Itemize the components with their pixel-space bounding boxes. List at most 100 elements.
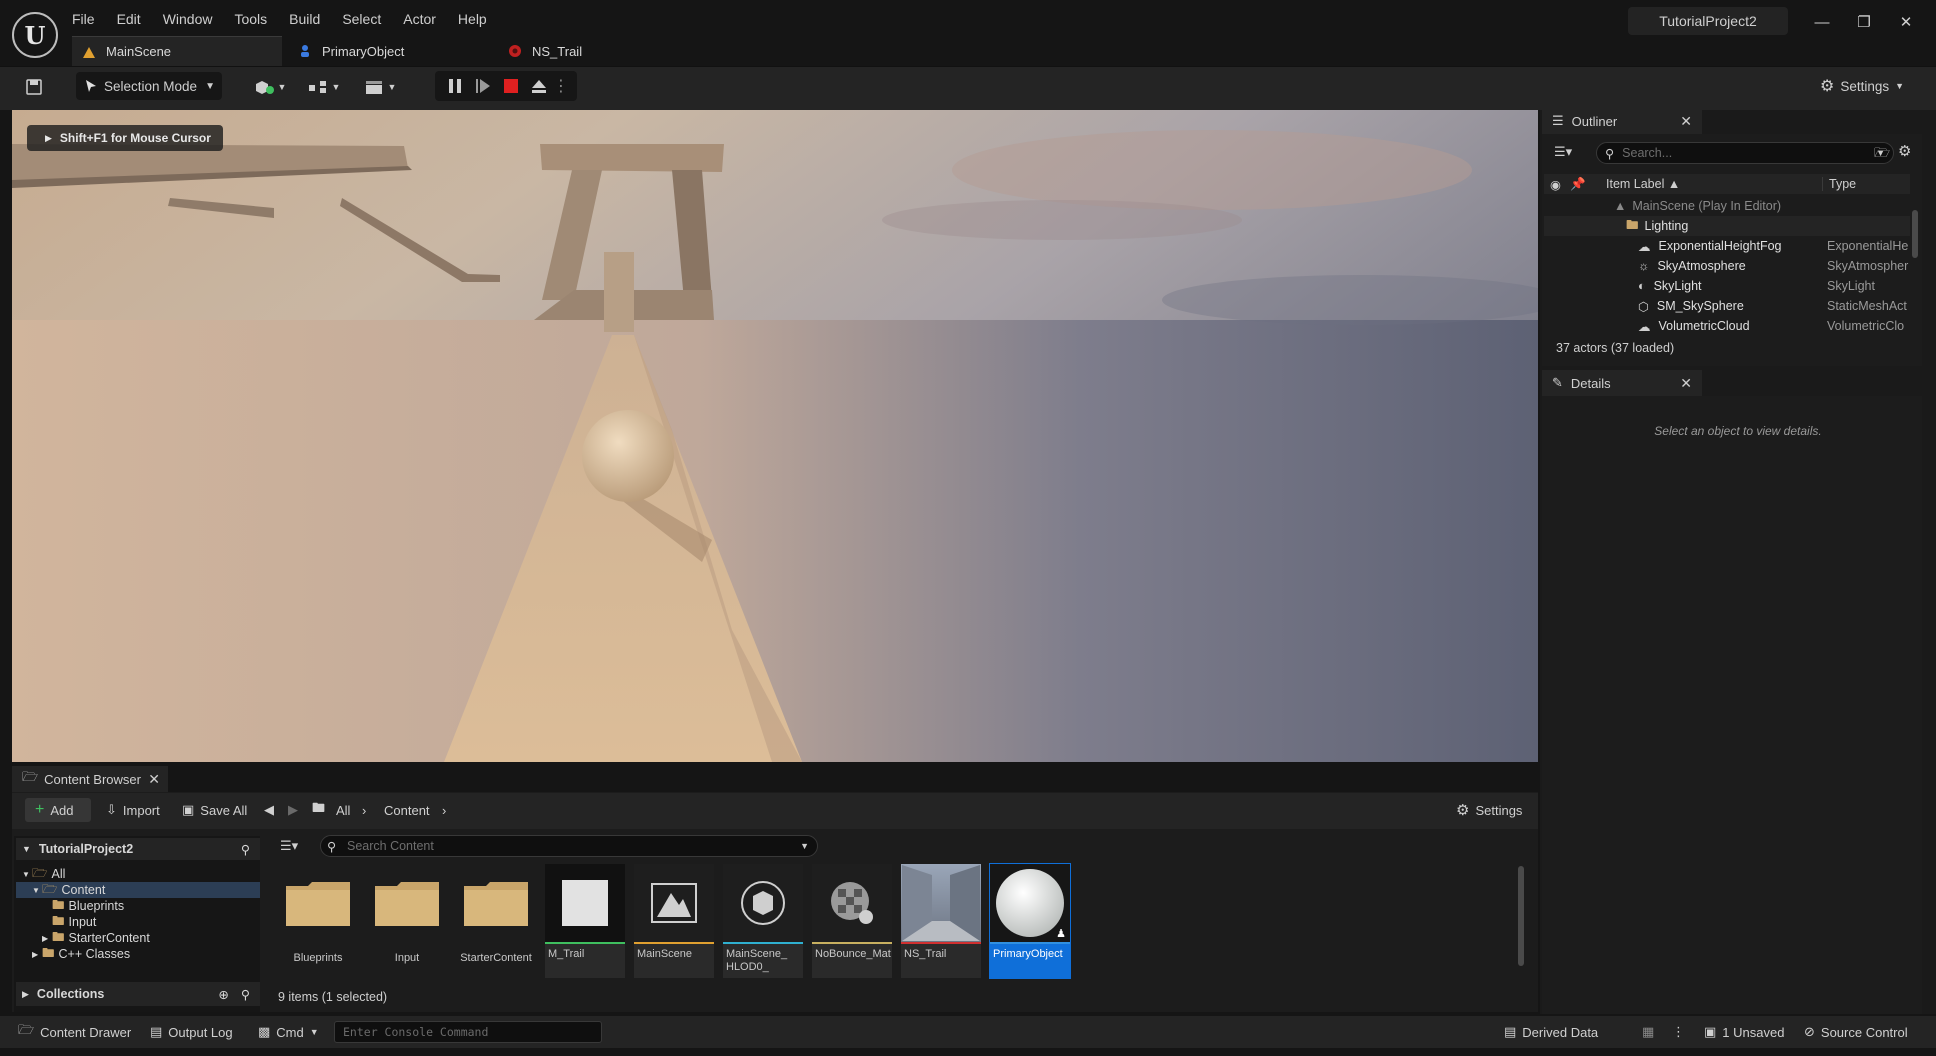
asset-primaryobject[interactable]: ♟ PrimaryObject	[989, 863, 1071, 979]
back-icon[interactable]: ◀	[264, 798, 274, 822]
content-search-input[interactable]: ⚲ Search Content ▼	[320, 835, 818, 857]
selection-mode-dropdown[interactable]: Selection Mode ▼	[76, 72, 222, 100]
tab-ns-trail[interactable]: NS_Trail	[498, 36, 668, 66]
save-icon[interactable]	[20, 72, 48, 102]
import-button[interactable]: ⇩ Import	[106, 798, 160, 822]
bandwidth-icon[interactable]: ▦	[1642, 1022, 1654, 1042]
unsaved-button[interactable]: ▣ 1 Unsaved	[1704, 1022, 1784, 1042]
add-circle-icon[interactable]: ⊕	[218, 987, 228, 1002]
chevron-down-icon: ▼	[32, 885, 40, 895]
pawn-icon: ♟	[1056, 928, 1066, 940]
cinematics-button[interactable]: ▼	[360, 72, 400, 102]
search-icon[interactable]: ⚲	[241, 987, 250, 1002]
close-icon[interactable]: ✕	[1680, 375, 1692, 392]
tab-mainscene[interactable]: MainScene	[72, 36, 282, 66]
details-tab[interactable]: ✎ Details ✕	[1542, 370, 1702, 396]
cloud-icon: ☁	[1638, 319, 1651, 334]
collections-header[interactable]: ▶ Collections ⊕ ⚲	[16, 982, 260, 1006]
content-drawer-button[interactable]: 🗁 Content Drawer	[18, 1022, 131, 1042]
outliner-scrollbar[interactable]	[1912, 210, 1918, 258]
menu-help[interactable]: Help	[458, 11, 487, 27]
play-arrow-icon: ▶	[45, 132, 52, 143]
tree-row[interactable]: ☁ ExponentialHeightFog ExponentialHe	[1544, 236, 1910, 256]
outliner-search-input[interactable]: ⚲ Search... ▼	[1596, 142, 1894, 164]
breadcrumb-all[interactable]: All	[336, 798, 350, 822]
asset-folder-input[interactable]: Input	[367, 864, 447, 978]
cmd-dropdown[interactable]: ▩ Cmd ▼	[258, 1022, 319, 1042]
asset-nobounce-mat[interactable]: NoBounce_Mat	[812, 864, 892, 978]
console-command-input[interactable]: Enter Console Command	[334, 1021, 602, 1043]
tree-row[interactable]: ⬡ SM_SkySphere StaticMeshAct	[1544, 296, 1910, 316]
restore-icon[interactable]: ❐	[1852, 10, 1876, 34]
outliner-title: Outliner	[1571, 113, 1618, 129]
blueprint-button[interactable]: ▼	[304, 72, 344, 102]
pause-icon[interactable]	[441, 71, 469, 101]
asset-label: MainScene	[634, 942, 714, 978]
asset-mainscene-hlod[interactable]: MainScene_ HLOD0_	[723, 864, 803, 978]
pawn-icon	[301, 45, 309, 57]
menu-select[interactable]: Select	[342, 11, 381, 27]
chevron-right-icon[interactable]: ›	[362, 798, 366, 822]
close-icon[interactable]: ✕	[1894, 10, 1918, 34]
asset-ns-trail[interactable]: NS_Trail	[901, 864, 981, 978]
niagara-preview-icon	[902, 865, 980, 941]
menu-file[interactable]: File	[72, 11, 95, 27]
add-button[interactable]: + Add	[25, 798, 91, 822]
forward-icon[interactable]: ▶	[288, 798, 298, 822]
asset-folder-blueprints[interactable]: Blueprints	[278, 864, 358, 978]
add-cube-icon	[255, 81, 274, 94]
menu-window[interactable]: Window	[163, 11, 213, 27]
settings-button[interactable]: ⚙ Settings ▼	[1820, 72, 1904, 100]
output-log-button[interactable]: ▤ Output Log	[150, 1022, 233, 1042]
filter-icon[interactable]: ☰▾	[280, 838, 298, 854]
tree-row-type: SkyAtmospher	[1827, 259, 1909, 273]
more-options-icon[interactable]: ⋮	[553, 71, 569, 101]
menu-tools[interactable]: Tools	[234, 11, 267, 27]
chevron-down-icon: ▼	[387, 82, 397, 92]
unreal-logo-icon[interactable]: U	[12, 12, 58, 58]
content-scrollbar[interactable]	[1518, 866, 1524, 966]
new-folder-icon[interactable]: 🗁	[1874, 144, 1890, 166]
chevron-right-icon[interactable]: ›	[442, 798, 446, 822]
source-control-button[interactable]: ⊘ Source Control	[1804, 1022, 1908, 1042]
content-browser-tab[interactable]: 🗁 Content Browser ✕	[12, 766, 168, 792]
tree-row[interactable]: ◐ SkyLight SkyLight	[1544, 276, 1910, 296]
close-icon[interactable]: ✕	[148, 771, 160, 788]
more-options-icon[interactable]: ⋮	[1672, 1022, 1685, 1042]
breadcrumb-content[interactable]: Content	[384, 798, 430, 822]
derived-data-button[interactable]: ▤ Derived Data	[1504, 1022, 1598, 1042]
gear-icon[interactable]: ⚙	[1898, 142, 1911, 160]
asset-m-trail[interactable]: M_Trail	[545, 864, 625, 978]
minimize-icon[interactable]: —	[1810, 10, 1834, 34]
add-actor-button[interactable]: ▼	[250, 72, 290, 102]
tab-primaryobject[interactable]: PrimaryObject	[288, 36, 488, 66]
search-icon[interactable]: ⚲	[241, 842, 250, 857]
menu-build[interactable]: Build	[289, 11, 320, 27]
cb-settings-button[interactable]: ⚙ Settings	[1456, 798, 1522, 822]
step-icon[interactable]	[469, 71, 497, 101]
menu-actor[interactable]: Actor	[403, 11, 436, 27]
sources-header[interactable]: ▼ TutorialProject2 ⚲	[16, 838, 260, 860]
tree-row[interactable]: ☼ SkyAtmosphere SkyAtmospher	[1544, 256, 1910, 276]
column-item-label[interactable]: Item Label ▲	[1606, 177, 1680, 191]
asset-mainscene[interactable]: MainScene	[634, 864, 714, 978]
save-all-button[interactable]: ▣ Save All	[182, 798, 247, 822]
list-icon: ☰	[1552, 113, 1564, 128]
tree-item-cpp-classes[interactable]: ▶ 🖿 C++ Classes	[16, 946, 260, 962]
column-type[interactable]: Type	[1822, 177, 1856, 191]
eject-icon[interactable]	[525, 71, 553, 101]
level-viewport[interactable]	[12, 110, 1538, 762]
tree-row[interactable]: 🖿 Lighting	[1544, 216, 1910, 236]
tree-label: StarterContent	[68, 931, 150, 945]
tree-row[interactable]: ▲ MainScene (Play In Editor)	[1544, 196, 1910, 216]
outliner-tab[interactable]: ☰ Outliner ✕	[1542, 108, 1702, 134]
menu-edit[interactable]: Edit	[117, 11, 141, 27]
folder-icon: 🖿	[42, 945, 55, 960]
filter-icon[interactable]: ☰▾	[1554, 144, 1572, 160]
eye-icon[interactable]: ◉	[1550, 177, 1566, 192]
stop-icon[interactable]	[497, 71, 525, 101]
tree-row[interactable]: ☁ VolumetricCloud VolumetricClo	[1544, 316, 1910, 336]
close-icon[interactable]: ✕	[1680, 113, 1692, 130]
asset-folder-startercontent[interactable]: StarterContent	[456, 864, 536, 978]
pin-icon[interactable]: 📌	[1570, 177, 1586, 192]
